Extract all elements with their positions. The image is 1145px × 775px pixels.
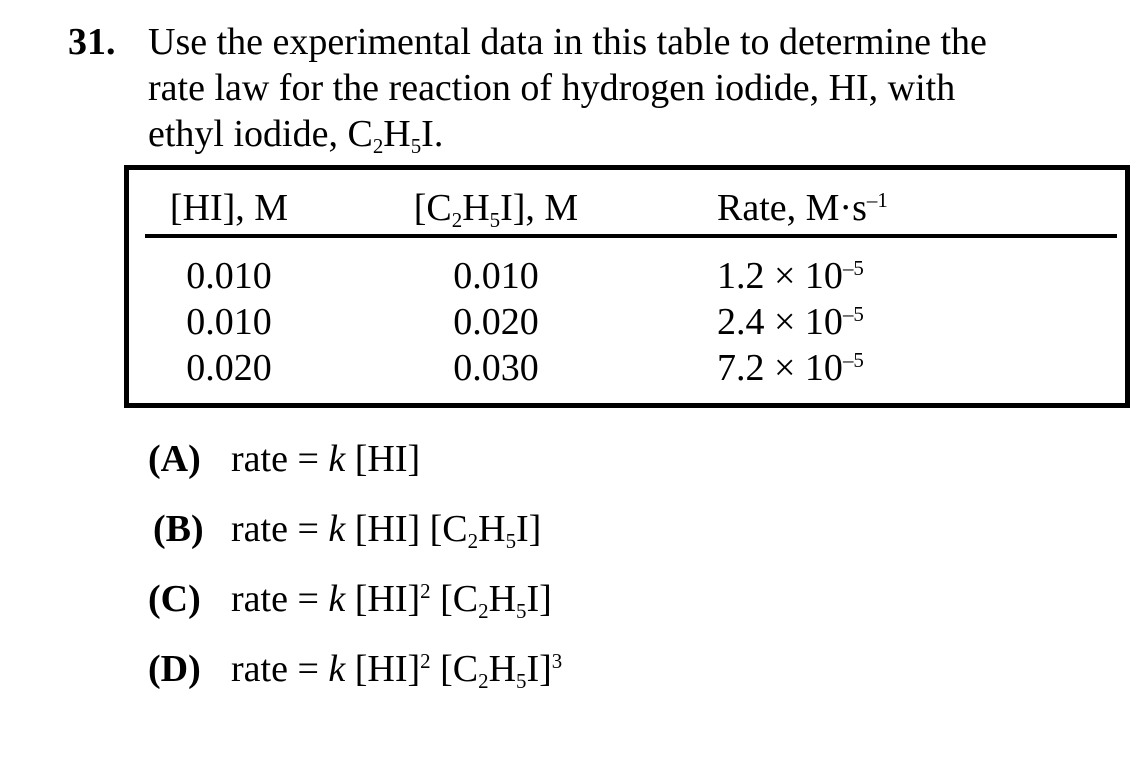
question-number: 31.: [68, 21, 116, 63]
data-table: [HI], M [C2H5I], M Rate, M·s–1 0.010 0.0…: [124, 165, 1130, 408]
stem-line-1: Use the experimental data in this table …: [148, 21, 987, 63]
choice-letter: (C): [148, 578, 201, 620]
table-header-rule: [145, 234, 1117, 238]
choice-letter: (B): [153, 508, 204, 550]
choice-text: rate = k [HI] [C2H5I]: [231, 508, 542, 553]
choice-text: rate = k [HI]2 [C2H5I]3: [231, 648, 563, 693]
table-cell: 7.2 × 10–5: [717, 347, 864, 389]
choice-d[interactable]: (D) rate = k [HI]2 [C2H5I]3: [148, 646, 562, 692]
header-rate: Rate, M·s–1: [717, 187, 888, 229]
stem-line-3: ethyl iodide, C2H5I.: [148, 113, 444, 158]
stem-line-2: rate law for the reaction of hydrogen io…: [148, 67, 956, 109]
choice-text: rate = k [HI]: [231, 438, 421, 480]
choice-letter: (A): [148, 438, 201, 480]
table-cell: 1.2 × 10–5: [717, 255, 864, 297]
table-cell: 2.4 × 10–5: [717, 301, 864, 343]
choice-c[interactable]: (C) rate = k [HI]2 [C2H5I]: [148, 576, 552, 622]
choice-letter: (D): [148, 648, 201, 690]
question-stem: Use the experimental data in this table …: [148, 19, 1128, 157]
choice-b[interactable]: (B) rate = k [HI] [C2H5I]: [148, 506, 541, 552]
choice-text: rate = k [HI]2 [C2H5I]: [231, 578, 552, 623]
choice-a[interactable]: (A) rate = k [HI]: [148, 436, 420, 482]
